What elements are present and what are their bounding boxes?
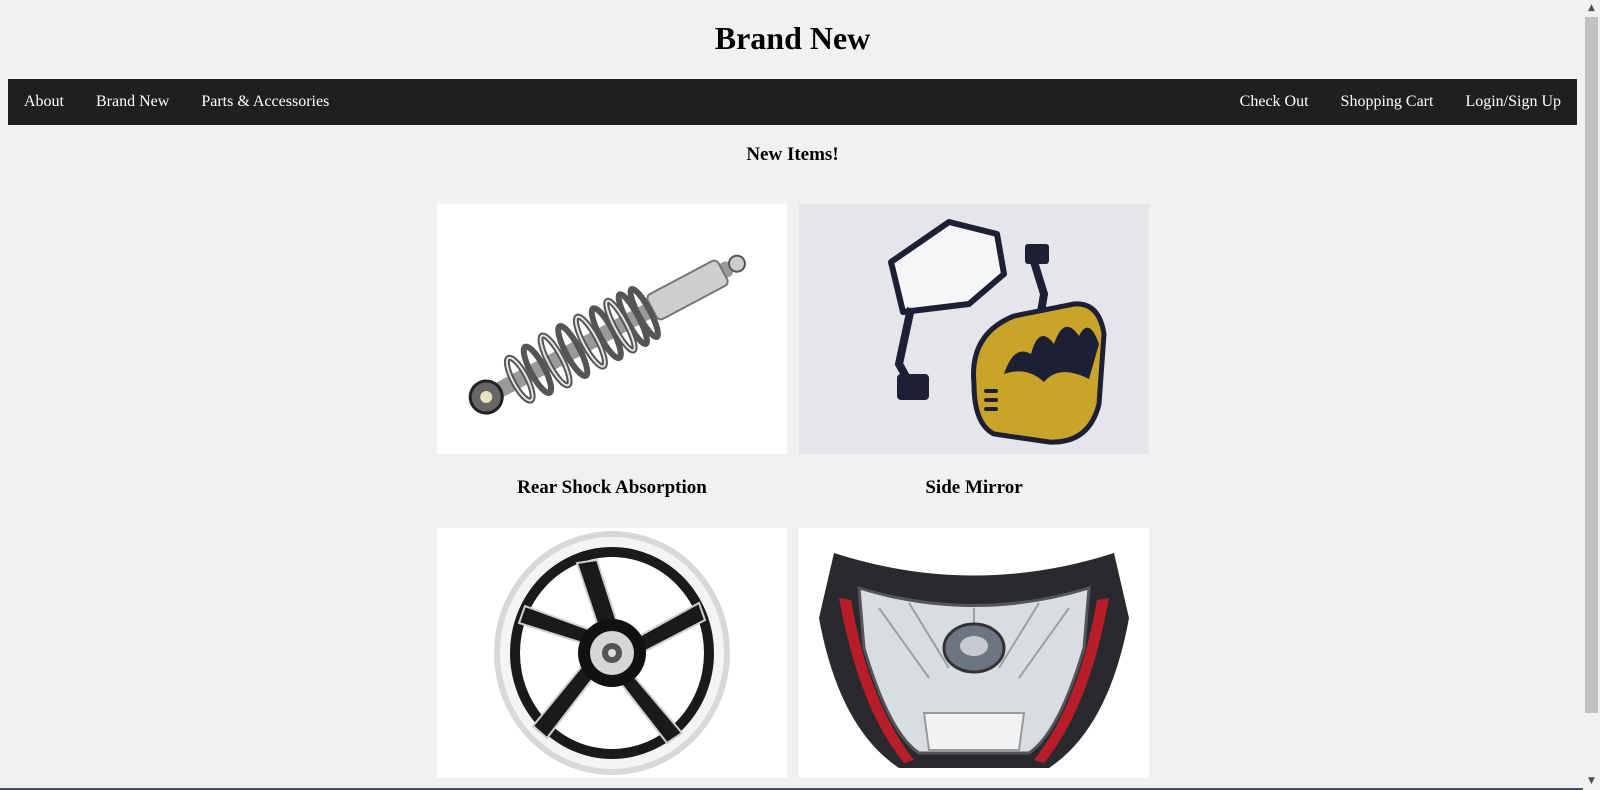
scroll-up-arrow-icon[interactable]: ▲: [1583, 0, 1600, 17]
motorcycle-wheel-image[interactable]: [437, 528, 787, 778]
nav-link-brand-new[interactable]: Brand New: [80, 79, 185, 125]
scrollbar-thumb[interactable]: [1585, 17, 1598, 713]
headlight-image[interactable]: [799, 528, 1149, 778]
nav-link-check-out[interactable]: Check Out: [1224, 79, 1325, 125]
nav-link-shopping-cart[interactable]: Shopping Cart: [1325, 79, 1450, 125]
side-mirror-image[interactable]: [799, 204, 1149, 454]
nav-link-about[interactable]: About: [8, 79, 80, 125]
nav-left-group: About Brand New Parts & Accessories: [8, 79, 345, 125]
nav-link-parts-accessories[interactable]: Parts & Accessories: [185, 79, 345, 125]
product-name[interactable]: Side Mirror: [799, 476, 1149, 500]
rear-shock-absorber-image[interactable]: [437, 204, 787, 454]
site-title: Brand New: [714, 20, 871, 56]
navbar: About Brand New Parts & Accessories Chec…: [8, 79, 1577, 125]
page: Brand New About Brand New Parts & Access…: [0, 0, 1600, 790]
scroll-down-arrow-icon[interactable]: ▼: [1583, 773, 1600, 790]
product-card-side-mirror[interactable]: Side Mirror: [799, 204, 1149, 500]
nav-link-login-signup[interactable]: Login/Sign Up: [1449, 79, 1577, 125]
vertical-scrollbar[interactable]: ▲ ▼: [1583, 0, 1600, 790]
product-name[interactable]: Rear Shock Absorption: [437, 476, 787, 500]
nav-right-group: Check Out Shopping Cart Login/Sign Up: [1224, 79, 1577, 125]
new-items-heading: New Items!: [746, 144, 839, 165]
product-card-rear-shock[interactable]: Rear Shock Absorption: [437, 204, 787, 500]
product-card-headlight[interactable]: [799, 528, 1149, 778]
product-card-wheel[interactable]: [437, 528, 787, 778]
